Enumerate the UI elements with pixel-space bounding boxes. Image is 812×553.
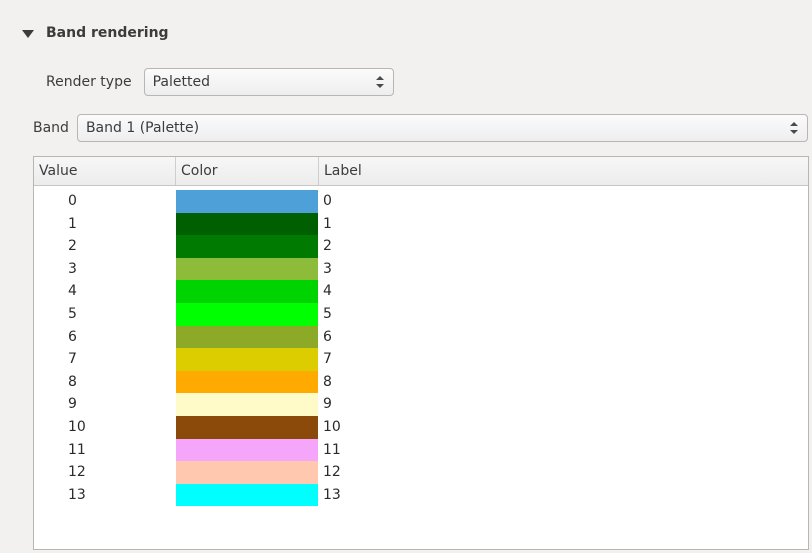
table-row[interactable]: 12 12 bbox=[34, 461, 808, 484]
color-swatch[interactable] bbox=[176, 190, 318, 213]
value-cell[interactable]: 2 bbox=[34, 235, 176, 258]
table-row[interactable]: 11 bbox=[34, 212, 808, 236]
label-cell[interactable]: 4 bbox=[318, 280, 808, 303]
value-cell[interactable]: 0 bbox=[34, 190, 176, 213]
table-row[interactable]: 88 bbox=[34, 370, 808, 394]
label-cell[interactable]: 6 bbox=[318, 326, 808, 349]
table-row[interactable]: 13 13 bbox=[34, 483, 808, 507]
color-swatch[interactable] bbox=[176, 325, 318, 349]
table-row[interactable]: 44 bbox=[34, 280, 808, 303]
label-cell[interactable]: 0 bbox=[318, 190, 808, 213]
column-header-label[interactable]: Label bbox=[319, 157, 808, 185]
section-title: Band rendering bbox=[46, 25, 169, 41]
color-swatch[interactable] bbox=[176, 461, 318, 484]
label-cell[interactable]: 2 bbox=[318, 235, 808, 258]
color-swatch[interactable] bbox=[176, 302, 318, 326]
value-cell[interactable]: 11 bbox=[34, 439, 176, 462]
table-row[interactable]: 22 bbox=[34, 235, 808, 258]
column-header-value[interactable]: Value bbox=[34, 157, 176, 185]
value-cell[interactable]: 8 bbox=[34, 371, 176, 394]
spin-arrows-icon bbox=[375, 75, 384, 89]
value-cell[interactable]: 5 bbox=[34, 303, 176, 326]
label-cell[interactable]: 11 bbox=[318, 439, 808, 462]
color-swatch[interactable] bbox=[176, 415, 318, 439]
render-type-value: Paletted bbox=[152, 74, 210, 90]
color-swatch[interactable] bbox=[176, 438, 318, 462]
band-label: Band bbox=[33, 120, 69, 136]
color-swatch[interactable] bbox=[176, 235, 318, 258]
render-type-row: Render type Paletted bbox=[46, 67, 394, 97]
table-row[interactable]: 10 10 bbox=[34, 415, 808, 439]
palette-table[interactable]: Value Color Label 0 0 1 1 2 2 3 3 4 4 5 5 6 6 7 7 8 8 9 9 10… bbox=[33, 156, 809, 550]
table-row[interactable]: 00 bbox=[34, 190, 808, 213]
value-cell[interactable]: 13 bbox=[34, 484, 176, 507]
value-cell[interactable]: 6 bbox=[34, 326, 176, 349]
value-cell[interactable]: 1 bbox=[34, 213, 176, 236]
label-cell[interactable]: 1 bbox=[318, 213, 808, 236]
table-row[interactable]: 66 bbox=[34, 325, 808, 349]
table-row[interactable]: 77 bbox=[34, 348, 808, 371]
table-row[interactable]: 33 bbox=[34, 257, 808, 281]
collapse-arrow-icon[interactable] bbox=[22, 30, 34, 38]
band-row: Band Band 1 (Palette) bbox=[33, 113, 808, 143]
label-cell[interactable]: 8 bbox=[318, 371, 808, 394]
value-cell[interactable]: 10 bbox=[34, 416, 176, 439]
color-swatch[interactable] bbox=[176, 257, 318, 281]
color-swatch[interactable] bbox=[176, 212, 318, 236]
table-header: Value Color Label bbox=[34, 157, 808, 186]
color-swatch[interactable] bbox=[176, 483, 318, 507]
render-type-label: Render type bbox=[46, 74, 132, 90]
table-row[interactable]: 55 bbox=[34, 302, 808, 326]
value-cell[interactable]: 7 bbox=[34, 348, 176, 371]
value-cell[interactable]: 9 bbox=[34, 393, 176, 416]
color-swatch[interactable] bbox=[176, 280, 318, 303]
table-body: 0 0 1 1 2 2 3 3 4 4 5 5 6 6 7 7 8 8 9 9 10 10 11 11 12 12 13 13 bbox=[34, 186, 808, 507]
render-type-combobox[interactable]: Paletted bbox=[143, 68, 394, 96]
band-value: Band 1 (Palette) bbox=[85, 120, 200, 136]
color-swatch[interactable] bbox=[176, 348, 318, 371]
label-cell[interactable]: 5 bbox=[318, 303, 808, 326]
label-cell[interactable]: 7 bbox=[318, 348, 808, 371]
label-cell[interactable]: 13 bbox=[318, 484, 808, 507]
label-cell[interactable]: 9 bbox=[318, 393, 808, 416]
table-row[interactable]: 99 bbox=[34, 393, 808, 416]
color-swatch[interactable] bbox=[176, 393, 318, 416]
spin-arrows-icon bbox=[790, 121, 798, 135]
column-header-color[interactable]: Color bbox=[176, 157, 319, 185]
band-rendering-section-toggle[interactable]: Band rendering bbox=[22, 22, 169, 44]
band-combobox[interactable]: Band 1 (Palette) bbox=[76, 114, 808, 142]
label-cell[interactable]: 3 bbox=[318, 258, 808, 281]
table-row[interactable]: 11 11 bbox=[34, 438, 808, 462]
color-swatch[interactable] bbox=[176, 370, 318, 394]
label-cell[interactable]: 10 bbox=[318, 416, 808, 439]
value-cell[interactable]: 3 bbox=[34, 258, 176, 281]
label-cell[interactable]: 12 bbox=[318, 461, 808, 484]
value-cell[interactable]: 12 bbox=[34, 461, 176, 484]
value-cell[interactable]: 4 bbox=[34, 280, 176, 303]
